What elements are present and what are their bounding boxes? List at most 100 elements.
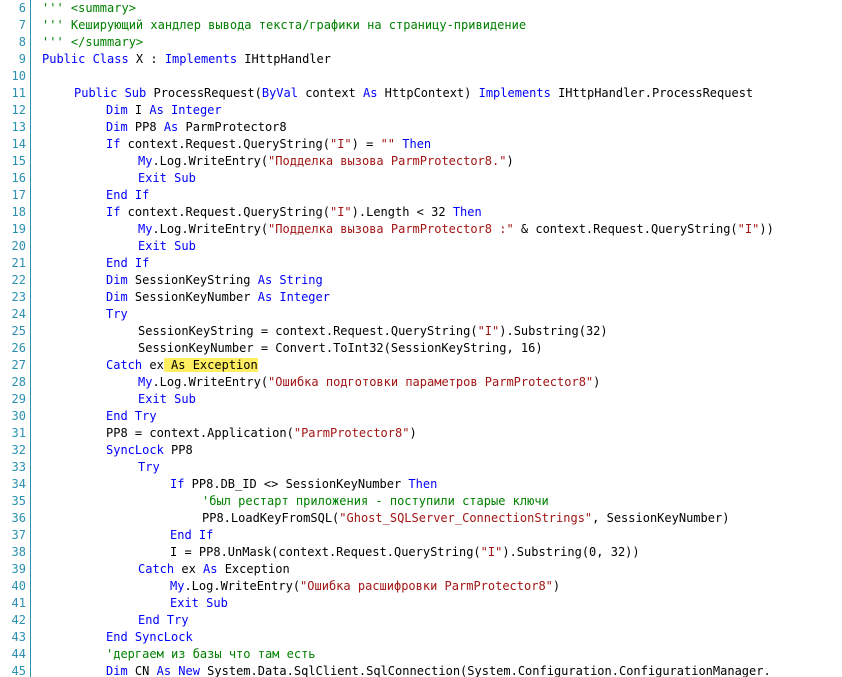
code-line[interactable]: 33 Try [0, 459, 842, 476]
code-line[interactable]: 39 Catch ex As Exception [0, 561, 842, 578]
code-line[interactable]: 6 ''' <summary> [0, 0, 842, 17]
code-token: Dim [106, 120, 128, 134]
code-line[interactable]: 27 Catch ex As Exception [0, 357, 842, 374]
code-line[interactable]: 36 PP8.LoadKeyFromSQL("Ghost_SQLServer_Co… [0, 510, 842, 527]
code-text: My.Log.WriteEntry("Ошибка расшифровки Pa… [170, 578, 560, 595]
line-number: 10 [11, 69, 26, 83]
code-text: Exit Sub [170, 595, 228, 612]
code-line[interactable]: 24 Try [0, 306, 842, 323]
line-number: 40 [11, 579, 26, 593]
code-line[interactable]: 22 Dim SessionKeyString As String [0, 272, 842, 289]
code-text: Dim SessionKeyString As String [106, 272, 323, 289]
code-line[interactable]: 23 Dim SessionKeyNumber As Integer [0, 289, 842, 306]
code-line[interactable]: 17 End If [0, 187, 842, 204]
code-line[interactable]: 21 End If [0, 255, 842, 272]
code-token: CN [127, 664, 157, 677]
code-token: End If [106, 256, 150, 270]
code-token: "" [380, 137, 396, 151]
code-editor[interactable]: 6 ''' <summary> 7 ''' Кеширующий хандлер вы… [0, 0, 842, 677]
line-number: 43 [11, 630, 26, 644]
line-number: 39 [11, 562, 26, 576]
code-text: ''' <summary> [42, 0, 136, 17]
code-line[interactable]: 26 SessionKeyNumber = Convert.ToInt32(Ses… [0, 340, 842, 357]
code-token: As [363, 86, 378, 100]
code-text: Exit Sub [138, 391, 196, 408]
code-token: Exit Sub [170, 596, 228, 610]
code-token: I [127, 103, 150, 117]
line-number: 11 [11, 86, 26, 100]
code-text: ''' </summary> [42, 34, 143, 51]
code-text: SessionKeyString = context.Request.Query… [138, 323, 608, 340]
code-line[interactable]: 41 Exit Sub [0, 595, 842, 612]
code-line[interactable]: 19 My.Log.WriteEntry("Подделка вызова Par… [0, 221, 842, 238]
code-token: Exit Sub [138, 239, 196, 253]
code-line[interactable]: 9 Public Class X : Implements IHttpHandle… [0, 51, 842, 68]
code-text: End Try [106, 408, 157, 425]
code-line[interactable]: 43 End SyncLock [0, 629, 842, 646]
line-number: 6 [18, 1, 26, 15]
code-token: ) [552, 579, 561, 593]
line-number: 36 [11, 511, 26, 525]
code-line[interactable]: 31 PP8 = context.Application("ParmProtect… [0, 425, 842, 442]
code-token: Catch [106, 358, 143, 372]
code-line[interactable]: 28 My.Log.WriteEntry("Ошибка подготовки п… [0, 374, 842, 391]
code-line[interactable]: 15 My.Log.WriteEntry("Подделка вызова Par… [0, 153, 842, 170]
code-token: Exception [217, 562, 290, 576]
code-line[interactable]: 11 Public Sub ProcessRequest(ByVal contex… [0, 85, 842, 102]
code-token: Try [106, 307, 128, 321]
code-token: ).Substring(32) [499, 324, 608, 338]
code-token: ex [142, 358, 164, 372]
code-text: Dim SessionKeyNumber As Integer [106, 289, 330, 306]
code-token: ) [506, 154, 514, 168]
code-token: .Log.WriteEntry( [152, 375, 269, 389]
code-line[interactable]: 29 Exit Sub [0, 391, 842, 408]
line-number: 25 [11, 324, 26, 338]
code-line[interactable]: 10 [0, 68, 842, 85]
code-line[interactable]: 35 'был рестарт приложения - поступили ст… [0, 493, 842, 510]
code-line[interactable]: 32 SyncLock PP8 [0, 442, 842, 459]
code-token: As Integer [149, 103, 222, 117]
code-line[interactable]: 12 Dim I As Integer [0, 102, 842, 119]
code-token: System.Data.SqlClient.SqlConnection(Syst… [199, 664, 771, 677]
code-line[interactable]: 45 Dim CN As New System.Data.SqlClient.Sq… [0, 663, 842, 677]
code-token: , SessionKeyNumber) [592, 511, 730, 525]
line-number: 30 [11, 409, 26, 423]
code-line[interactable]: 13 Dim PP8 As ParmProtector8 [0, 119, 842, 136]
line-number: 34 [11, 477, 26, 491]
code-token: )) [759, 222, 774, 236]
code-line[interactable]: 14 If context.Request.QueryString("I") = … [0, 136, 842, 153]
code-token: As New [156, 664, 200, 677]
code-line[interactable]: 38 I = PP8.UnMask(context.Request.QuerySt… [0, 544, 842, 561]
code-token: ).Length < 32 [351, 205, 453, 219]
line-number: 24 [11, 307, 26, 321]
code-line[interactable]: 42 End Try [0, 612, 842, 629]
code-token: ex [174, 562, 204, 576]
code-token: HttpContext) [377, 86, 479, 100]
code-token: 'дергаем из базы что там есть [106, 647, 316, 661]
code-token: As [203, 562, 218, 576]
code-line[interactable]: 44 'дергаем из базы что там есть [0, 646, 842, 663]
code-line[interactable]: 30 End Try [0, 408, 842, 425]
code-token: "Ошибка расшифровки ParmProtector8" [300, 579, 553, 593]
code-line[interactable]: 16 Exit Sub [0, 170, 842, 187]
code-line[interactable]: 34 If PP8.DB_ID <> SessionKeyNumber Then [0, 476, 842, 493]
line-number: 41 [11, 596, 26, 610]
code-line[interactable]: 8 ''' </summary> [0, 34, 842, 51]
code-line[interactable]: 20 Exit Sub [0, 238, 842, 255]
code-token: As [163, 120, 179, 134]
code-token: Implements [478, 86, 551, 100]
line-number: 23 [11, 290, 26, 304]
code-token: Then [402, 137, 432, 151]
code-token: ).Substring(0, 32)) [502, 545, 640, 559]
code-text: If context.Request.QueryString("I") = ""… [106, 136, 431, 153]
code-line[interactable]: 18 If context.Request.QueryString("I").Le… [0, 204, 842, 221]
code-text: Public Sub ProcessRequest(ByVal context … [74, 85, 753, 102]
code-line[interactable]: 7 ''' Кеширующий хандлер вывода текста/гр… [0, 17, 842, 34]
code-line[interactable]: 37 End If [0, 527, 842, 544]
line-number: 45 [11, 664, 26, 677]
line-number: 17 [11, 188, 26, 202]
code-line[interactable]: 25 SessionKeyString = context.Request.Que… [0, 323, 842, 340]
code-token: Exit Sub [138, 392, 196, 406]
code-token: IHttpHandler [237, 52, 331, 66]
code-line[interactable]: 40 My.Log.WriteEntry("Ошибка расшифровки … [0, 578, 842, 595]
